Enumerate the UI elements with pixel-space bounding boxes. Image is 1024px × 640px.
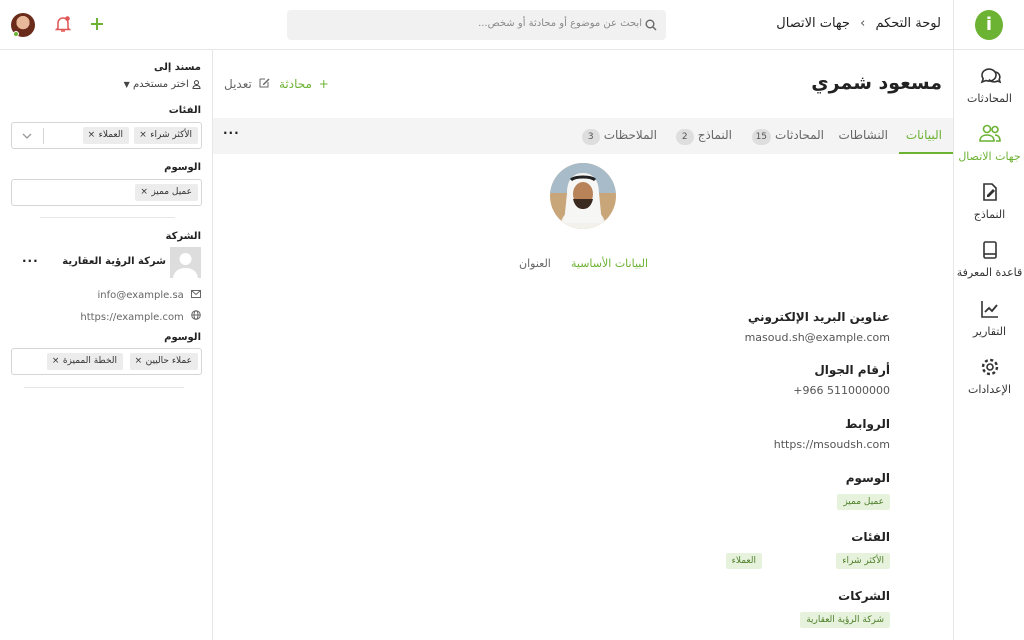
tab-data[interactable]: البيانات bbox=[906, 128, 942, 142]
divider bbox=[24, 387, 184, 388]
company-tags-select[interactable]: × عملاء حاليين × الخطة المميزة bbox=[11, 348, 202, 375]
count-badge: 2 bbox=[675, 129, 694, 145]
caret-down-icon: ▼ bbox=[123, 80, 130, 89]
online-status-dot bbox=[13, 31, 19, 37]
edit-contact-button[interactable]: تعديل bbox=[224, 77, 270, 91]
nav-item-label: الإعدادات bbox=[967, 383, 1012, 396]
plus-icon: + bbox=[318, 77, 329, 91]
remove-chip-icon[interactable]: × bbox=[52, 353, 60, 370]
tags-select[interactable]: × عميل مميز bbox=[11, 179, 202, 206]
company-website[interactable]: https://example.com bbox=[80, 310, 201, 323]
company-tag-chip: × الخطة المميزة bbox=[46, 353, 123, 370]
assigned-label: مسند إلى bbox=[153, 62, 201, 73]
new-conversation-button[interactable]: محادثة + bbox=[279, 77, 329, 91]
select-divider bbox=[43, 128, 44, 144]
nav-item-forms[interactable]: النماذج bbox=[954, 182, 1024, 221]
company-name[interactable]: شركة الرؤية العقارية bbox=[62, 256, 166, 267]
category-badge: العملاء bbox=[725, 553, 762, 569]
assign-placeholder: اختر مستخدم bbox=[132, 79, 189, 90]
chat-icon bbox=[980, 68, 1001, 84]
phone-value[interactable]: +966 511000000 bbox=[793, 384, 890, 397]
breadcrumb-dashboard[interactable]: لوحة التحكم bbox=[875, 16, 941, 31]
nav-item-reports[interactable]: التقارير bbox=[954, 299, 1024, 338]
more-options-icon[interactable]: ··· bbox=[223, 126, 240, 140]
active-tab-indicator bbox=[899, 152, 953, 154]
bell-icon[interactable] bbox=[55, 15, 71, 33]
placeholder-avatar-icon bbox=[173, 253, 198, 278]
gear-icon bbox=[981, 358, 998, 376]
add-icon[interactable] bbox=[90, 17, 104, 31]
email-value[interactable]: masoud.sh@example.com bbox=[745, 331, 890, 344]
subtab-basic-info[interactable]: البيانات الأساسية bbox=[571, 257, 648, 270]
category-badge: الأكثر شراء bbox=[836, 553, 890, 569]
companies-title: الشركات bbox=[838, 589, 890, 603]
phone-title: أرقام الجوال bbox=[814, 363, 890, 377]
nav-item-label: المحادثات bbox=[967, 92, 1012, 105]
nav-item-label: جهات الاتصال bbox=[958, 150, 1021, 163]
main-sidebar: i المحادثات جهات الاتصال النماذج قاعدة ا… bbox=[953, 0, 1024, 640]
nav-item-knowledge-base[interactable]: قاعدة المعرفة bbox=[954, 240, 1024, 279]
remove-chip-icon[interactable]: × bbox=[139, 127, 147, 144]
nav-item-settings[interactable]: الإعدادات bbox=[954, 357, 1024, 396]
breadcrumb-contacts[interactable]: جهات الاتصال bbox=[776, 16, 850, 31]
chevron-left-icon: › bbox=[860, 16, 866, 31]
search-input[interactable]: ابحث عن موضوع أو محادثة أو شخص... bbox=[287, 10, 666, 40]
categories-select[interactable]: × الأكثر شراء × العملاء bbox=[11, 122, 202, 149]
forms-icon bbox=[982, 183, 997, 201]
app-logo[interactable]: i bbox=[975, 10, 1003, 40]
nav-item-label: قاعدة المعرفة bbox=[956, 266, 1023, 279]
tab-conversations[interactable]: المحادثات15 bbox=[751, 128, 824, 145]
contact-tabs: البيانات النشاطات المحادثات15 النماذج2 ا… bbox=[213, 118, 953, 154]
user-icon bbox=[192, 79, 201, 89]
category-chip: × العملاء bbox=[82, 127, 129, 144]
sidebar-divider bbox=[954, 49, 1024, 50]
tag-badge: عميل مميز bbox=[837, 494, 890, 510]
remove-chip-icon[interactable]: × bbox=[88, 127, 96, 144]
more-options-icon[interactable]: ··· bbox=[22, 254, 39, 268]
divider bbox=[40, 217, 175, 218]
edit-icon bbox=[259, 78, 270, 88]
mail-icon bbox=[191, 290, 201, 298]
company-logo bbox=[170, 247, 201, 278]
company-label: الشركة bbox=[165, 231, 201, 242]
tags-label: الوسوم bbox=[164, 162, 201, 173]
tab-notes[interactable]: الملاحظات3 bbox=[581, 128, 657, 145]
company-badge: شركة الرؤية العقارية bbox=[800, 612, 890, 628]
remove-chip-icon[interactable]: × bbox=[140, 184, 148, 201]
count-badge: 3 bbox=[581, 129, 600, 145]
links-title: الروابط bbox=[844, 417, 890, 431]
tab-activities[interactable]: النشاطات bbox=[839, 128, 888, 142]
nav-item-label: التقارير bbox=[972, 325, 1007, 338]
book-icon bbox=[982, 241, 997, 259]
breadcrumb: لوحة التحكم › جهات الاتصال bbox=[776, 16, 941, 31]
subtab-address[interactable]: العنوان bbox=[519, 257, 551, 270]
search-icon bbox=[645, 19, 657, 31]
categories-label: الفئات bbox=[168, 105, 201, 116]
chart-icon bbox=[980, 301, 998, 318]
category-chip: × الأكثر شراء bbox=[134, 127, 198, 144]
search-placeholder: ابحث عن موضوع أو محادثة أو شخص... bbox=[478, 18, 642, 29]
remove-chip-icon[interactable]: × bbox=[135, 353, 143, 370]
nav-item-contacts[interactable]: جهات الاتصال bbox=[954, 124, 1024, 163]
top-bar: لوحة التحكم › جهات الاتصال ابحث عن موضوع… bbox=[0, 0, 953, 50]
link-value[interactable]: https://msoudsh.com bbox=[774, 438, 890, 451]
contact-details-panel: مسند إلى اختر مستخدم ▼ الفئات × الأكثر شر… bbox=[0, 50, 213, 640]
tag-chip: × عميل مميز bbox=[135, 184, 198, 201]
tab-forms[interactable]: النماذج2 bbox=[675, 128, 732, 145]
nav-item-label: النماذج bbox=[973, 208, 1006, 221]
chevron-down-icon[interactable] bbox=[22, 132, 32, 140]
company-email[interactable]: info@example.sa bbox=[97, 290, 201, 301]
count-badge: 15 bbox=[751, 129, 772, 145]
assign-user-select[interactable]: اختر مستخدم ▼ bbox=[124, 79, 201, 90]
company-tags-label: الوسوم bbox=[164, 332, 201, 343]
tags-title: الوسوم bbox=[845, 471, 890, 485]
globe-icon bbox=[191, 310, 201, 320]
contact-photo bbox=[550, 163, 616, 229]
company-tag-chip: × عملاء حاليين bbox=[129, 353, 198, 370]
contact-name: مسعود شمري bbox=[811, 72, 942, 94]
nav-item-conversations[interactable]: المحادثات bbox=[954, 66, 1024, 105]
contacts-icon bbox=[978, 124, 1001, 142]
categories-title: الفئات bbox=[851, 530, 890, 544]
email-title: عناوين البريد الإلكتروني bbox=[747, 310, 890, 324]
